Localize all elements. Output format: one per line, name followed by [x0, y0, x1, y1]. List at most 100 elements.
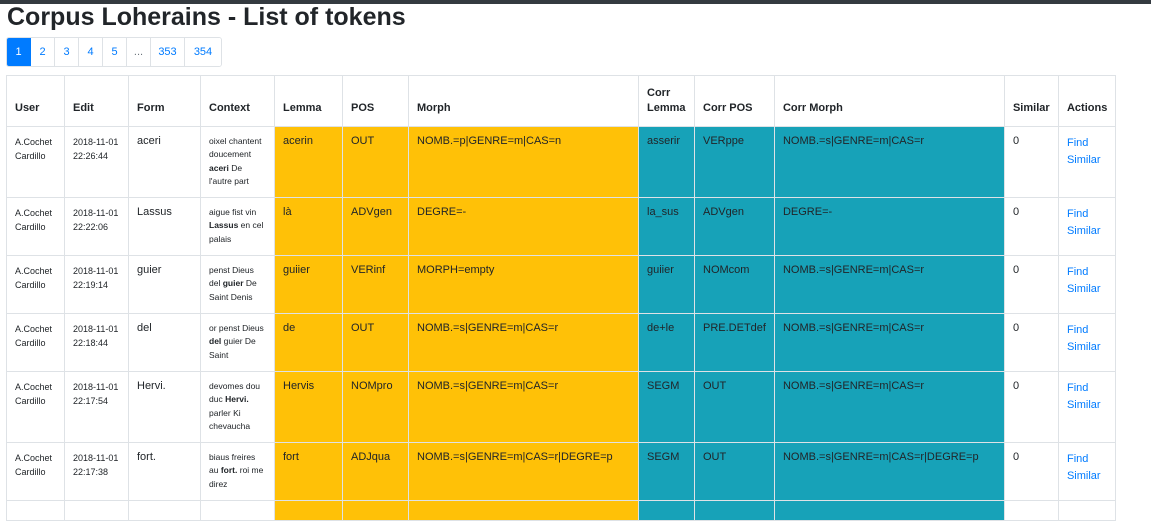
cell-corr-lemma: SEGM	[638, 442, 695, 501]
table-row: A.Cochet Cardillo 2018-11-01 22:18:44 del or …	[6, 313, 1117, 372]
user-first: A.Cochet	[15, 453, 53, 463]
similar-label: Similar	[1066, 399, 1101, 411]
cell-context: oixel chantent doucement aceri De l'autr…	[200, 126, 275, 198]
context-token: Lassus	[209, 220, 239, 231]
page-link[interactable]: 1	[7, 38, 31, 66]
cell-corr-lemma: guiier	[638, 255, 695, 314]
cell-user: A.Cochet Cardillo	[6, 313, 65, 372]
cell-user: A.Cochet Cardillo	[6, 126, 65, 198]
header-corr-lemma: Corr Lemma	[638, 75, 695, 127]
cell-corr-lemma: SEGM	[638, 371, 695, 443]
cell-corr-lemma: asserir	[638, 126, 695, 198]
cell-corr-morph: NOMB.=s|GENRE=m|CAS=r|DEGRE=p	[773, 442, 1005, 501]
header-pos: POS	[342, 75, 409, 127]
cell-form: del	[128, 313, 201, 372]
cell-morph: DEGRE=-	[408, 197, 639, 256]
similar-label: Similar	[1066, 154, 1101, 166]
user-first: A.Cochet	[15, 324, 53, 334]
cell-pos: OUT	[342, 126, 409, 198]
cell-context: penst Dieus del guier De Saint Denis	[200, 255, 275, 314]
cell-context: biaus freires au fort. roi me direz	[200, 442, 275, 501]
cell-actions: Find Similar	[1057, 371, 1117, 443]
cell-form: fort.	[128, 442, 201, 501]
user-last: Cardillo	[15, 222, 46, 232]
header-similar: Similar	[1003, 75, 1059, 127]
cell-morph: MORPH=empty	[408, 255, 639, 314]
table-cell	[342, 500, 409, 521]
cell-corr-pos: OUT	[694, 371, 775, 443]
similar-label: Similar	[1066, 283, 1101, 295]
cell-similar: 0	[1003, 442, 1059, 501]
edit-date: 2018-11-01	[73, 266, 119, 276]
user-first: A.Cochet	[15, 266, 53, 276]
cell-context: aigue fist vin Lassus en cel palais	[200, 197, 275, 256]
find-similar-link[interactable]: Find Similar	[1067, 135, 1107, 169]
header-corr-morph: Corr Morph	[773, 75, 1005, 127]
page-link[interactable]: 3	[55, 38, 79, 66]
page-link[interactable]: 4	[79, 38, 103, 66]
user-first: A.Cochet	[15, 208, 53, 218]
cell-edit: 2018-11-01 22:26:44	[64, 126, 129, 198]
edit-time: 22:26:44	[73, 151, 109, 161]
cell-actions: Find Similar	[1057, 442, 1117, 501]
user-last: Cardillo	[15, 151, 46, 161]
cell-context: or penst Dieus del guier De Saint	[200, 313, 275, 372]
table-cell	[1003, 500, 1059, 521]
cell-lemma: guiier	[274, 255, 343, 314]
cell-form: Lassus	[128, 197, 201, 256]
cell-similar: 0	[1003, 371, 1059, 443]
cell-user: A.Cochet Cardillo	[6, 371, 65, 443]
cell-form: guier	[128, 255, 201, 314]
pagination: 1 2 3 4 5... 353 354	[6, 37, 222, 67]
table-cell	[274, 500, 343, 521]
page-link[interactable]: 2	[31, 38, 55, 66]
find-similar-link[interactable]: Find Similar	[1067, 264, 1107, 298]
table-header-row: User Edit Form Context Lemma POS Morph C…	[6, 75, 1117, 127]
similar-label: Similar	[1066, 341, 1101, 353]
header-corr-pos: Corr POS	[694, 75, 775, 127]
find-similar-link[interactable]: Find Similar	[1067, 380, 1107, 414]
table-cell	[638, 500, 695, 521]
page-link[interactable]: 353	[151, 38, 185, 66]
user-last: Cardillo	[15, 280, 46, 290]
edit-date: 2018-11-01	[73, 208, 119, 218]
cell-corr-morph: NOMB.=s|GENRE=m|CAS=r	[773, 371, 1005, 443]
context-before: oixel chantent doucement	[209, 136, 262, 160]
cell-edit: 2018-11-01 22:17:54	[64, 371, 129, 443]
cell-corr-pos: PRE.DETdef	[694, 313, 775, 372]
header-user: User	[6, 75, 65, 127]
find-label: Find	[1066, 382, 1089, 394]
context-token: aceri	[209, 162, 229, 173]
cell-corr-morph: NOMB.=s|GENRE=m|CAS=r	[773, 255, 1005, 314]
cell-corr-lemma: la_sus	[638, 197, 695, 256]
cell-context: devomes dou duc Hervi. parler Ki chevauc…	[200, 371, 275, 443]
find-similar-link[interactable]: Find Similar	[1067, 451, 1107, 485]
cell-actions: Find Similar	[1057, 197, 1117, 256]
cell-form: Hervi.	[128, 371, 201, 443]
find-label: Find	[1066, 137, 1089, 149]
similar-label: Similar	[1066, 470, 1101, 482]
find-similar-link[interactable]: Find Similar	[1067, 206, 1107, 240]
cell-similar: 0	[1003, 313, 1059, 372]
cell-actions: Find Similar	[1057, 255, 1117, 314]
user-last: Cardillo	[15, 467, 46, 477]
table-row: A.Cochet Cardillo 2018-11-01 22:22:06 Lassus…	[6, 197, 1117, 256]
cell-corr-lemma: de+le	[638, 313, 695, 372]
cell-pos: VERinf	[342, 255, 409, 314]
user-first: A.Cochet	[15, 382, 53, 392]
cell-form: aceri	[128, 126, 201, 198]
page-link[interactable]: 354	[185, 38, 221, 66]
cell-user: A.Cochet Cardillo	[6, 197, 65, 256]
cell-edit: 2018-11-01 22:19:14	[64, 255, 129, 314]
header-lemma: Lemma	[274, 75, 343, 127]
page-link[interactable]: 5	[103, 38, 127, 66]
user-last: Cardillo	[15, 396, 46, 406]
table-cell	[6, 500, 65, 521]
table-cell	[128, 500, 201, 521]
context-after: parler Ki chevaucha	[209, 407, 251, 432]
find-label: Find	[1066, 266, 1089, 278]
cell-morph: NOMB.=s|GENRE=m|CAS=r	[408, 313, 639, 372]
header-actions: Actions	[1057, 75, 1117, 127]
edit-time: 22:22:06	[73, 222, 109, 232]
find-similar-link[interactable]: Find Similar	[1067, 322, 1107, 356]
